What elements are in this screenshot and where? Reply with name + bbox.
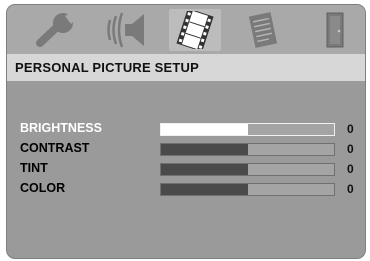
film-icon <box>175 11 215 49</box>
setting-label: BRIGHTNESS <box>20 121 102 135</box>
menu-item-video[interactable] <box>169 9 221 51</box>
menu-item-audio[interactable] <box>102 9 154 51</box>
menu-item-setup[interactable] <box>29 9 81 51</box>
setting-value: 0 <box>347 182 354 196</box>
document-icon <box>243 11 283 49</box>
slider-fill <box>161 144 248 155</box>
menu-header: PERSONAL PICTURE SETUP <box>7 54 365 81</box>
setting-row-tint[interactable]: TINT 0 <box>7 160 365 178</box>
wrench-icon <box>32 12 78 48</box>
setting-row-brightness[interactable]: BRIGHTNESS 0 <box>7 120 365 138</box>
menu-item-preferences[interactable] <box>237 9 289 51</box>
setting-label: TINT <box>20 161 48 175</box>
speaker-icon <box>106 12 150 48</box>
setting-value: 0 <box>347 162 354 176</box>
brightness-slider[interactable] <box>160 123 335 136</box>
door-exit-icon <box>320 11 350 49</box>
tint-slider[interactable] <box>160 163 335 176</box>
setting-row-contrast[interactable]: CONTRAST 0 <box>7 140 365 158</box>
setting-label: CONTRAST <box>20 141 90 155</box>
slider-fill <box>161 124 248 135</box>
page-title: PERSONAL PICTURE SETUP <box>15 60 200 75</box>
color-slider[interactable] <box>160 183 335 196</box>
setting-value: 0 <box>347 122 354 136</box>
osd-panel: PERSONAL PICTURE SETUP BRIGHTNESS 0 CONT… <box>6 4 366 259</box>
setting-value: 0 <box>347 142 354 156</box>
setting-label: COLOR <box>20 181 66 195</box>
contrast-slider[interactable] <box>160 143 335 156</box>
slider-fill <box>161 164 248 175</box>
slider-fill <box>161 184 248 195</box>
menu-icon-bar <box>7 5 365 54</box>
setting-row-color[interactable]: COLOR 0 <box>7 180 365 198</box>
menu-item-exit[interactable] <box>309 9 361 51</box>
